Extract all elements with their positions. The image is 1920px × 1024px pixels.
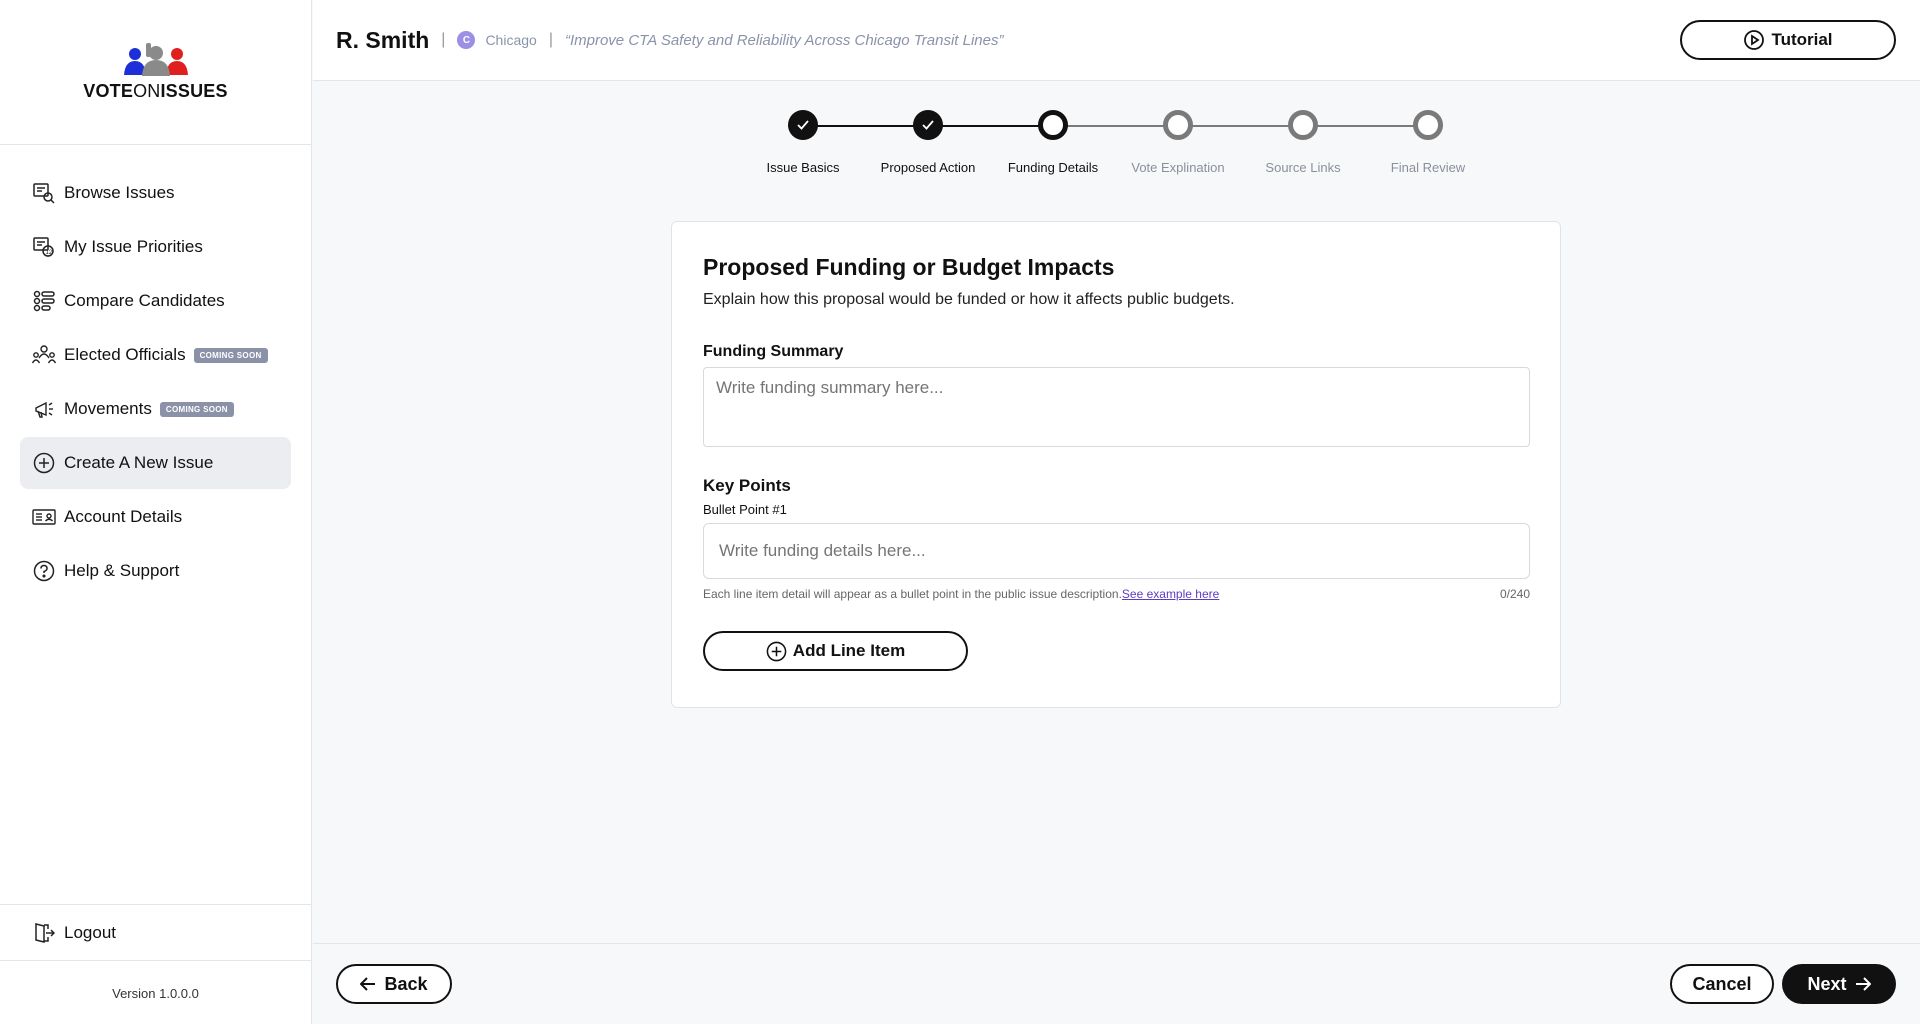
back-label: Back bbox=[384, 973, 428, 994]
step-complete-indicator bbox=[913, 110, 943, 140]
step-pending-indicator bbox=[1163, 110, 1193, 140]
step-pending-indicator bbox=[1288, 110, 1318, 140]
elected-officials-icon bbox=[32, 343, 56, 367]
city-avatar: C bbox=[457, 31, 476, 49]
cancel-label: Cancel bbox=[1692, 973, 1752, 994]
logout-section: Logout bbox=[0, 904, 311, 961]
next-label: Next bbox=[1807, 973, 1847, 994]
progress-stepper: Issue Basics Proposed Action Funding Det… bbox=[740, 110, 1465, 190]
sidebar-item-create-new-issue[interactable]: Create A New Issue bbox=[20, 437, 291, 489]
step-complete-indicator bbox=[788, 110, 818, 140]
helper-text-wrap: Each line item detail will appear as a b… bbox=[703, 587, 1219, 601]
add-line-item-button[interactable]: Add Line Item bbox=[703, 631, 968, 671]
checkmark-icon bbox=[797, 120, 809, 130]
compare-candidates-icon bbox=[32, 289, 56, 313]
sidebar-item-movements[interactable]: Movements COMING SOON bbox=[20, 383, 291, 435]
sidebar-nav: Browse Issues 12 My Issue Priorities Com… bbox=[0, 145, 311, 597]
form-title: Proposed Funding or Budget Impacts bbox=[703, 254, 1115, 280]
funding-summary-label: Funding Summary bbox=[703, 343, 844, 360]
logo-issues: ISSUES bbox=[160, 80, 228, 101]
step-proposed-action[interactable]: Proposed Action bbox=[858, 110, 998, 175]
add-line-item-label: Add Line Item bbox=[792, 641, 906, 660]
sidebar-item-label: Create A New Issue bbox=[64, 453, 214, 472]
bullet-point-input[interactable] bbox=[703, 523, 1530, 579]
step-final-review[interactable]: Final Review bbox=[1358, 110, 1498, 175]
megaphone-icon bbox=[32, 397, 56, 421]
sidebar-item-label: My Issue Priorities bbox=[64, 237, 203, 256]
help-circle-icon bbox=[32, 559, 56, 583]
step-label: Vote Explination bbox=[1131, 160, 1225, 175]
form-subtitle: Explain how this proposal would be funde… bbox=[703, 291, 1235, 308]
helper-text: Each line item detail will appear as a b… bbox=[703, 587, 1122, 601]
app-version: Version 1.0.0.0 bbox=[112, 986, 199, 1001]
cancel-button[interactable]: Cancel bbox=[1670, 964, 1774, 1004]
logo-on: ON bbox=[133, 80, 161, 101]
step-label: Proposed Action bbox=[880, 160, 976, 175]
next-button[interactable]: Next bbox=[1782, 964, 1896, 1004]
logout-button[interactable]: Logout bbox=[20, 907, 291, 959]
step-current-indicator bbox=[1038, 110, 1068, 140]
coming-soon-badge: COMING SOON bbox=[159, 401, 234, 417]
bullet-helper-row: Each line item detail will appear as a b… bbox=[703, 587, 1530, 601]
browse-issues-icon bbox=[32, 181, 56, 205]
sidebar-item-label: Browse Issues bbox=[64, 183, 175, 202]
sidebar-item-account-details[interactable]: Account Details bbox=[20, 491, 291, 543]
logo-people-icon bbox=[123, 42, 188, 76]
tutorial-label: Tutorial bbox=[1771, 30, 1833, 49]
step-label: Source Links bbox=[1265, 160, 1341, 175]
sidebar-item-elected-officials[interactable]: Elected Officials COMING SOON bbox=[20, 329, 291, 381]
wizard-footer: Back Cancel Next bbox=[313, 943, 1920, 1024]
bullet-point-label: Bullet Point #1 bbox=[703, 502, 787, 517]
logout-label: Logout bbox=[64, 923, 116, 942]
header-separator: | bbox=[548, 31, 553, 48]
svg-text:12: 12 bbox=[46, 250, 53, 256]
sidebar-item-browse-issues[interactable]: Browse Issues bbox=[20, 167, 291, 219]
step-label: Final Review bbox=[1390, 160, 1466, 175]
step-label: Issue Basics bbox=[766, 160, 840, 175]
checkmark-icon bbox=[922, 120, 934, 130]
issue-priorities-icon: 12 bbox=[32, 235, 56, 259]
logo-wordmark: VOTEONISSUES bbox=[83, 81, 227, 102]
top-header: R. Smith | C Chicago | “Improve CTA Safe… bbox=[313, 0, 1920, 81]
step-vote-explanation[interactable]: Vote Explination bbox=[1108, 110, 1248, 175]
key-points-label: Key Points bbox=[703, 476, 791, 495]
back-button[interactable]: Back bbox=[336, 964, 452, 1004]
step-issue-basics[interactable]: Issue Basics bbox=[733, 110, 873, 175]
sidebar-item-help-support[interactable]: Help & Support bbox=[20, 545, 291, 597]
logo-vote: VOTE bbox=[83, 80, 134, 101]
sidebar-item-my-issue-priorities[interactable]: 12 My Issue Priorities bbox=[20, 221, 291, 273]
sidebar-item-label: Help & Support bbox=[64, 561, 180, 580]
step-pending-indicator bbox=[1413, 110, 1443, 140]
city-label: Chicago bbox=[485, 32, 537, 48]
funding-summary-textarea[interactable] bbox=[703, 367, 1530, 447]
arrow-left-icon bbox=[360, 977, 376, 991]
app-logo[interactable]: VOTEONISSUES bbox=[0, 0, 311, 145]
plus-circle-icon bbox=[32, 451, 56, 475]
character-count: 0/240 bbox=[1499, 587, 1530, 601]
plus-circle-icon bbox=[766, 641, 787, 661]
sidebar-item-label: Elected Officials bbox=[64, 345, 186, 364]
step-source-links[interactable]: Source Links bbox=[1233, 110, 1373, 175]
user-name: R. Smith bbox=[336, 26, 430, 53]
play-circle-icon bbox=[1744, 30, 1765, 50]
arrow-right-icon bbox=[1855, 977, 1871, 991]
tutorial-button[interactable]: Tutorial bbox=[1680, 20, 1896, 60]
logout-icon bbox=[32, 921, 56, 945]
step-label: Funding Details bbox=[1007, 160, 1099, 175]
funding-form-card: Proposed Funding or Budget Impacts Expla… bbox=[671, 221, 1561, 708]
issue-title: “Improve CTA Safety and Reliability Acro… bbox=[564, 31, 1004, 49]
sidebar-item-label: Account Details bbox=[64, 507, 183, 526]
sidebar-item-label: Compare Candidates bbox=[64, 291, 225, 310]
sidebar: VOTEONISSUES Browse Issues 12 My Issue P… bbox=[0, 0, 312, 1024]
see-example-link[interactable]: See example here bbox=[1122, 587, 1219, 601]
id-card-icon bbox=[32, 505, 56, 529]
coming-soon-badge: COMING SOON bbox=[193, 347, 268, 363]
header-separator: | bbox=[441, 31, 446, 48]
sidebar-item-label: Movements bbox=[64, 399, 152, 418]
sidebar-item-compare-candidates[interactable]: Compare Candidates bbox=[20, 275, 291, 327]
step-funding-details[interactable]: Funding Details bbox=[983, 110, 1123, 175]
